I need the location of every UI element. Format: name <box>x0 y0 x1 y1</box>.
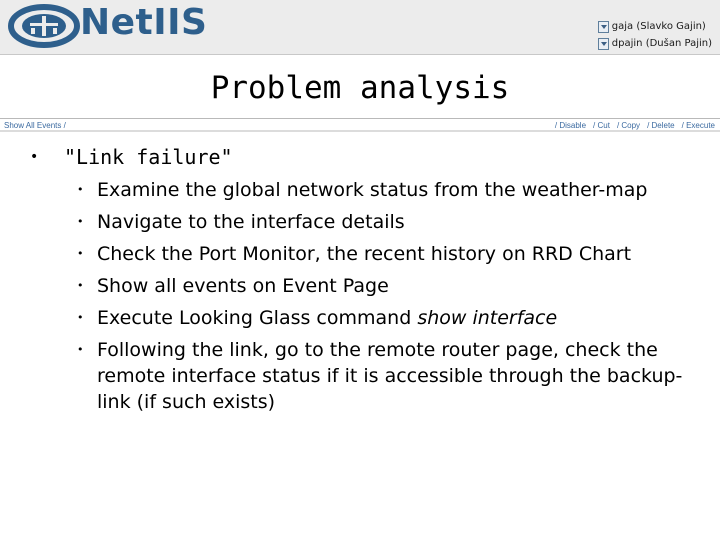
user-list: gaja (Slavko Gajin) dpajin (Dušan Pajin) <box>597 18 712 52</box>
disable-button[interactable]: / Disable <box>555 121 586 130</box>
bullet-icon: • <box>77 311 84 324</box>
app-header: NetIIS gaja (Slavko Gajin) dpajin (Dušan… <box>0 0 720 55</box>
step-text: Navigate to the interface details <box>97 211 405 233</box>
analysis-content: • "Link failure" • Examine the global ne… <box>30 142 710 415</box>
logo-wordmark: NetIIS <box>80 2 208 43</box>
bullet-icon: • <box>77 247 84 260</box>
user-dropdown-icon[interactable] <box>597 37 609 50</box>
step-text: Execute Looking Glass command show inter… <box>97 302 557 334</box>
bullet-icon: • <box>77 343 84 356</box>
user-item[interactable]: dpajin (Dušan Pajin) <box>597 35 712 52</box>
list-item: • Execute Looking Glass command show int… <box>77 302 710 334</box>
bullet-icon: • <box>77 183 84 196</box>
execute-button[interactable]: / Execute <box>682 121 715 130</box>
user-label[interactable]: dpajin (Dušan Pajin) <box>612 38 712 49</box>
bullet-icon: • <box>77 215 84 228</box>
list-item: • Show all events on Event Page <box>77 270 710 302</box>
step-text-lead: Execute Looking Glass command <box>97 307 418 329</box>
steps-list: • Examine the global network status from… <box>77 174 710 415</box>
step-text: Following the link, go to the remote rou… <box>97 339 683 413</box>
copy-button[interactable]: / Copy <box>617 121 640 130</box>
list-item: • Following the link, go to the remote r… <box>77 334 710 415</box>
bullet-icon: • <box>77 279 84 292</box>
list-item: • Examine the global network status from… <box>77 174 710 206</box>
toolbar-actions: / Disable / Cut / Copy / Delete / Execut… <box>555 121 715 130</box>
step-text: Show all events on Event Page <box>97 275 389 297</box>
step-text: Check the Port Monitor, the recent histo… <box>97 243 632 265</box>
topic-item: • "Link failure" <box>30 142 710 172</box>
delete-button[interactable]: / Delete <box>647 121 675 130</box>
command-name: show interface <box>417 307 558 329</box>
topic-label: "Link failure" <box>64 145 233 169</box>
page-title: Problem analysis <box>210 70 510 106</box>
bullet-icon: • <box>30 149 39 165</box>
user-dropdown-icon[interactable] <box>597 20 609 33</box>
user-label[interactable]: gaja (Slavko Gajin) <box>612 21 706 32</box>
list-item: • Navigate to the interface details <box>77 206 710 238</box>
step-text: Examine the global network status from t… <box>97 179 648 201</box>
toolbar: Show All Events / / Disable / Cut / Copy… <box>0 118 720 132</box>
user-item[interactable]: gaja (Slavko Gajin) <box>597 18 712 35</box>
show-all-events-link[interactable]: Show All Events / <box>4 121 66 130</box>
cut-button[interactable]: / Cut <box>593 121 610 130</box>
list-item: • Check the Port Monitor, the recent his… <box>77 238 710 270</box>
